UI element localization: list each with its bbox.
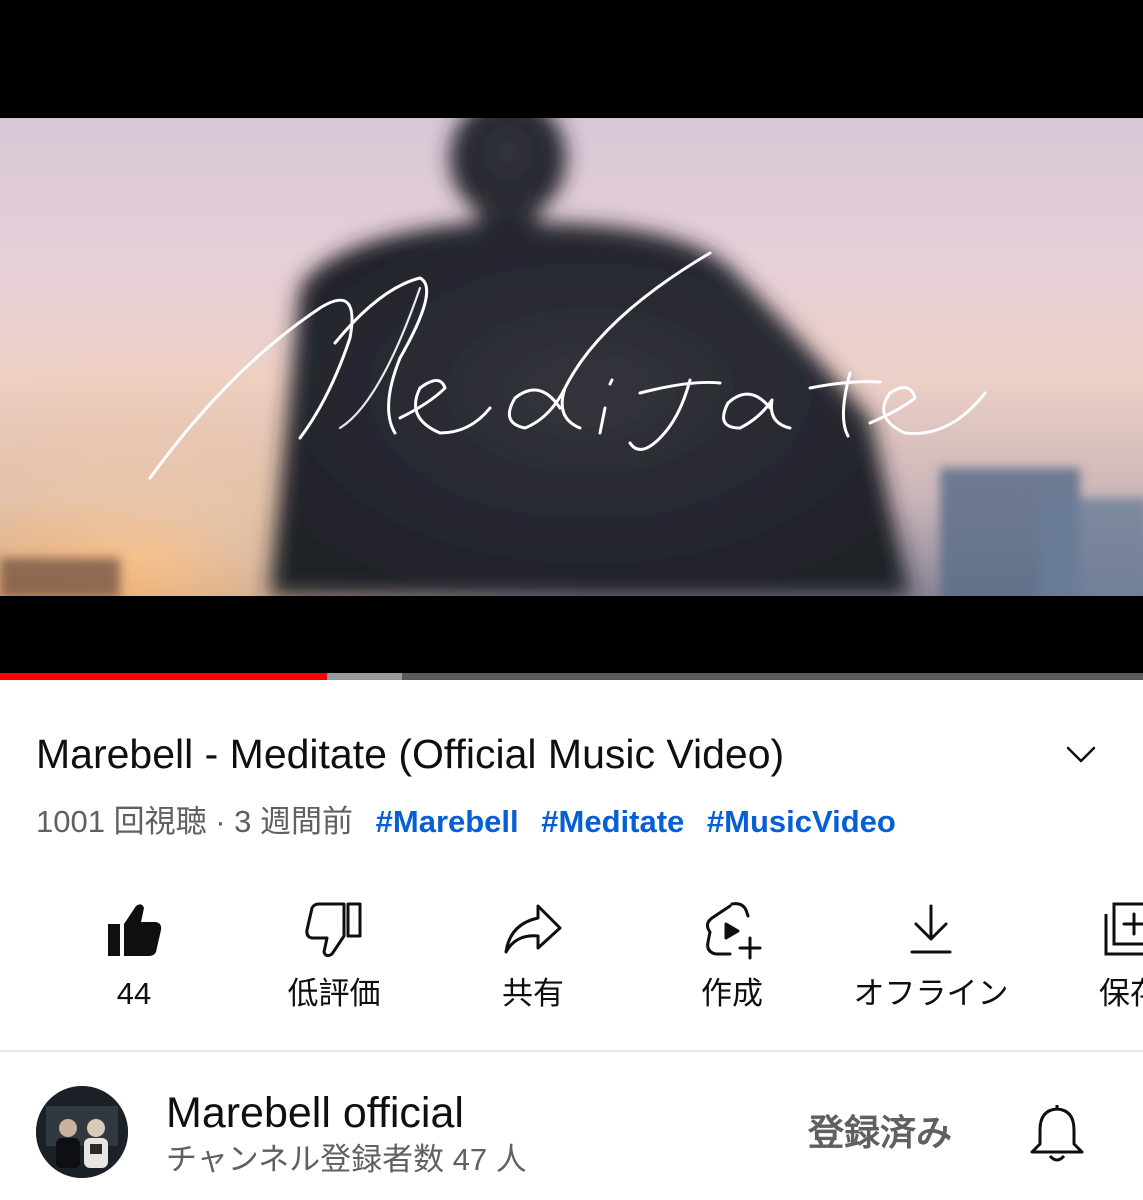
offline-download-button[interactable]: オフライン (831, 890, 1031, 1030)
expand-description-button[interactable] (1060, 734, 1102, 776)
progress-bar[interactable] (0, 673, 1143, 680)
dislike-button[interactable]: 低評価 (234, 890, 434, 1030)
view-count: 1001 回視聴 (36, 804, 207, 839)
subscribed-button[interactable]: 登録済み (808, 1110, 952, 1156)
hashtag-link[interactable]: #MusicVideo (707, 804, 896, 839)
progress-played (0, 673, 327, 680)
notification-bell-button[interactable] (1026, 1100, 1088, 1166)
offline-label: オフライン (853, 976, 1009, 1011)
upload-age: 3 週間前 (234, 804, 354, 839)
hashtag-link[interactable]: #Meditate (541, 804, 684, 839)
share-button[interactable]: 共有 (433, 890, 633, 1030)
avatar-image (36, 1086, 128, 1178)
like-button[interactable]: 44 (34, 890, 234, 1030)
chevron-down-icon (1066, 746, 1096, 763)
create-button[interactable]: 作成 (632, 890, 832, 1030)
channel-avatar[interactable] (36, 1086, 128, 1178)
video-scene (0, 118, 1143, 596)
save-playlist-icon (1098, 898, 1143, 962)
bell-icon (1030, 1105, 1084, 1162)
create-label: 作成 (701, 976, 763, 1011)
video-player[interactable] (0, 0, 1143, 680)
thumbs-down-icon (302, 898, 366, 962)
person-silhouette (270, 118, 910, 596)
thumbs-up-filled-icon (102, 898, 166, 962)
like-count: 44 (116, 976, 152, 1011)
video-meta[interactable]: 1001 回視聴 · 3 週間前 #Marebell #Meditate #Mu… (36, 802, 896, 842)
save-label: 保存 (1099, 976, 1143, 1011)
dislike-label: 低評価 (287, 976, 381, 1011)
meta-separator: · (215, 804, 226, 839)
share-label: 共有 (502, 976, 564, 1011)
hashtag-link[interactable]: #Marebell (376, 804, 519, 839)
action-bar: 44 低評価 共有 作成 オフライン 保 (0, 890, 1143, 1030)
video-frame[interactable] (0, 118, 1143, 596)
save-button[interactable]: 保存 (1030, 890, 1143, 1030)
section-divider (0, 1050, 1143, 1052)
download-icon (899, 898, 963, 962)
subscriber-count: チャンネル登録者数 47 人 (166, 1142, 527, 1177)
share-arrow-icon (501, 898, 565, 962)
channel-name[interactable]: Marebell official (166, 1088, 464, 1138)
create-remix-icon (700, 898, 764, 962)
video-title[interactable]: Marebell - Meditate (Official Music Vide… (36, 730, 1036, 778)
